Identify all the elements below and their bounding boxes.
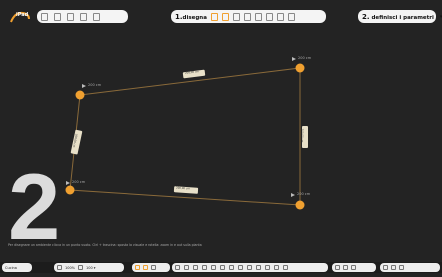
floor-plan[interactable] bbox=[0, 0, 442, 273]
text-icon[interactable] bbox=[229, 265, 234, 270]
draw-room-icon[interactable] bbox=[210, 12, 218, 21]
corner-handle[interactable] bbox=[75, 90, 85, 100]
stairs-icon[interactable] bbox=[220, 265, 225, 270]
wall-icon[interactable] bbox=[202, 265, 207, 270]
hand-tools bbox=[132, 263, 170, 272]
layers-icon[interactable] bbox=[343, 265, 348, 270]
status-bar-text: Per disegnare un ambiente clicca in un p… bbox=[8, 243, 202, 247]
zoom-out-icon[interactable] bbox=[57, 265, 62, 270]
draw-toolbar: 1.disegna bbox=[171, 10, 326, 23]
window-icon[interactable] bbox=[193, 265, 198, 270]
view-tools bbox=[332, 263, 376, 272]
corner-handle[interactable] bbox=[65, 185, 75, 195]
parameters-button[interactable]: 2. definisci i parametri ▾ bbox=[358, 10, 442, 23]
draw-tools-bar bbox=[172, 263, 328, 272]
corner-label: 200 cm bbox=[297, 192, 311, 196]
paste-icon[interactable] bbox=[265, 12, 273, 21]
zoom-controls: 100% 100 ▾ bbox=[54, 263, 124, 272]
open-folder-icon[interactable] bbox=[54, 12, 61, 21]
copy-icon[interactable] bbox=[254, 12, 262, 21]
toggle-icon[interactable] bbox=[383, 265, 388, 270]
angle-icon[interactable] bbox=[247, 265, 252, 270]
flag-icon bbox=[292, 57, 296, 61]
flag-icon bbox=[66, 181, 70, 185]
help-icon[interactable] bbox=[391, 265, 396, 270]
corner-handle[interactable] bbox=[295, 63, 305, 73]
app-logo[interactable]: iPad bbox=[9, 9, 31, 23]
move-icon[interactable] bbox=[243, 12, 251, 21]
corner-label: 200 cm bbox=[88, 83, 102, 87]
snap-icon[interactable] bbox=[232, 12, 240, 21]
zoom-value: 100% bbox=[65, 265, 76, 270]
drawing-canvas[interactable]: 200 cm 200 cm 200 cm 200 cm muro esterno… bbox=[0, 0, 442, 273]
corner-handle[interactable] bbox=[295, 200, 305, 210]
flag-icon bbox=[82, 84, 86, 88]
hatch-icon[interactable] bbox=[274, 265, 279, 270]
scale-select[interactable]: 100 ▾ bbox=[86, 266, 96, 270]
layer-select[interactable]: Cucina bbox=[2, 263, 32, 272]
measure-icon[interactable] bbox=[175, 265, 180, 270]
redo-icon[interactable] bbox=[287, 12, 295, 21]
shape-icon[interactable] bbox=[265, 265, 270, 270]
pencil-icon[interactable] bbox=[335, 265, 340, 270]
catalog-icon[interactable] bbox=[80, 12, 87, 21]
export-icon[interactable] bbox=[93, 12, 100, 21]
delete-icon[interactable] bbox=[283, 265, 288, 270]
save-icon[interactable] bbox=[67, 12, 74, 21]
file-toolbar bbox=[37, 10, 128, 23]
draw-wall-icon[interactable] bbox=[221, 12, 229, 21]
grid-icon[interactable] bbox=[351, 265, 356, 270]
help-tools bbox=[380, 263, 440, 272]
step-number-overlay: 2 bbox=[8, 154, 61, 259]
info-icon[interactable] bbox=[399, 265, 404, 270]
flag-icon bbox=[291, 193, 295, 197]
dimension-label: 200,00 cm bbox=[300, 128, 304, 143]
zoom-fit-icon[interactable] bbox=[78, 265, 84, 270]
arc-icon[interactable] bbox=[256, 265, 261, 270]
room-walls[interactable] bbox=[69, 67, 301, 206]
corner-label: 200 cm bbox=[72, 180, 86, 184]
rotate-icon[interactable] bbox=[151, 265, 156, 270]
step1-title[interactable]: 1.disegna bbox=[175, 13, 207, 21]
corner-label: 200 cm bbox=[298, 56, 312, 60]
dimension-icon[interactable] bbox=[238, 265, 243, 270]
hand-icon[interactable] bbox=[135, 265, 140, 270]
door-icon[interactable] bbox=[184, 265, 189, 270]
new-file-icon[interactable] bbox=[41, 12, 48, 21]
column-icon[interactable] bbox=[211, 265, 216, 270]
pointer-icon[interactable] bbox=[143, 265, 148, 270]
undo-icon[interactable] bbox=[276, 12, 284, 21]
corner-note: muro esterno bbox=[88, 93, 109, 97]
step2-title: 2. definisci i parametri bbox=[362, 12, 434, 21]
